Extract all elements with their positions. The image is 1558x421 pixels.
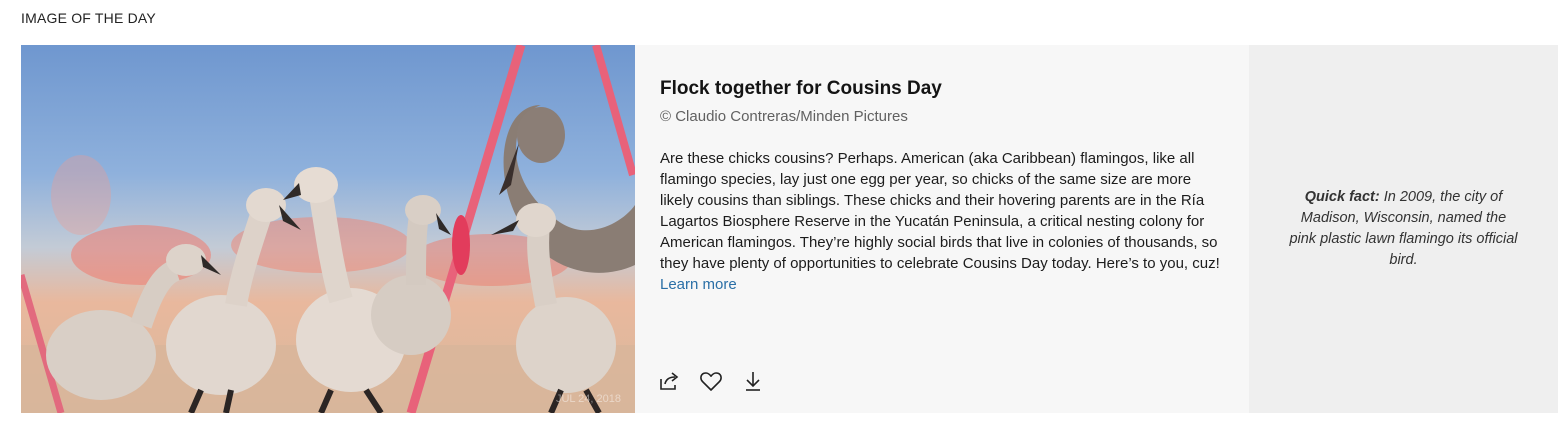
article-panel: Flock together for Cousins Day © Claudio…	[635, 45, 1249, 413]
like-button[interactable]	[699, 369, 723, 393]
learn-more-link[interactable]: Learn more	[660, 276, 737, 293]
article-headline: Flock together for Cousins Day	[660, 78, 942, 99]
share-button[interactable]	[657, 369, 681, 393]
article-description: Are these chicks cousins? Perhaps. Ameri…	[660, 148, 1224, 295]
description-text: Are these chicks cousins? Perhaps. Ameri…	[660, 150, 1220, 272]
flamingo-chicks-illustration	[21, 45, 635, 413]
photo-date-overlay: JUL 24, 2018	[555, 393, 621, 405]
photo-credit: © Claudio Contreras/Minden Pictures	[660, 108, 908, 125]
download-button[interactable]	[741, 369, 765, 393]
heart-icon	[700, 372, 722, 391]
featured-photo[interactable]: JUL 24, 2018	[21, 45, 635, 413]
download-icon	[746, 372, 760, 391]
image-of-the-day-card: JUL 24, 2018 Flock together for Cousins …	[21, 45, 1558, 413]
action-bar	[657, 369, 765, 393]
quick-fact-label: Quick fact:	[1304, 189, 1380, 205]
quick-fact-panel: Quick fact: In 2009, the city of Madison…	[1249, 45, 1558, 413]
section-title: IMAGE OF THE DAY	[21, 10, 156, 26]
share-icon	[660, 372, 679, 390]
quick-fact: Quick fact: In 2009, the city of Madison…	[1289, 187, 1518, 271]
